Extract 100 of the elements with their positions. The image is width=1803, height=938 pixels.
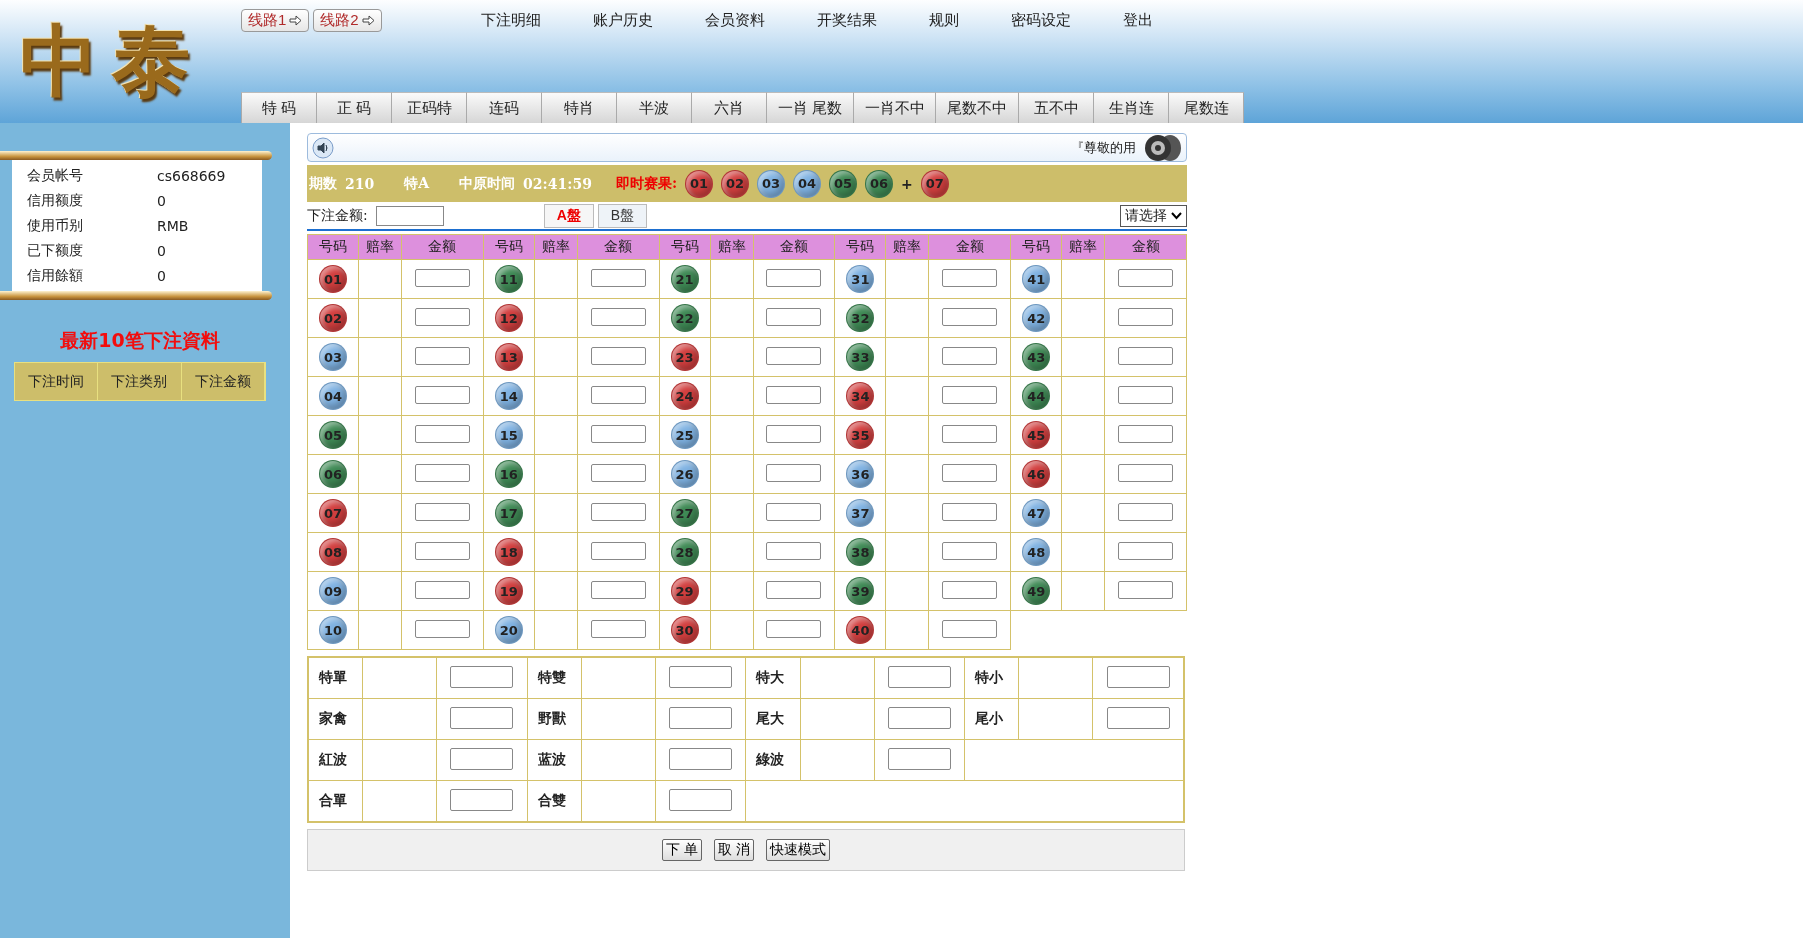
action-button[interactable]: 下 单 — [661, 839, 702, 861]
amount-field[interactable] — [942, 307, 998, 326]
number-ball: 01 — [319, 265, 347, 293]
amount-field[interactable] — [766, 424, 822, 443]
game-tab[interactable]: 一肖 尾数 — [767, 92, 854, 123]
amount-field[interactable] — [766, 307, 822, 326]
amount-field[interactable] — [1118, 541, 1174, 560]
amount-field[interactable] — [1118, 346, 1174, 365]
amount-field[interactable] — [766, 346, 822, 365]
game-tab[interactable]: 尾数连 — [1169, 92, 1244, 123]
number-ball: 20 — [494, 616, 523, 644]
amount-field[interactable] — [669, 706, 733, 729]
amount-field[interactable] — [414, 502, 470, 521]
amount-field[interactable] — [414, 580, 470, 599]
amount-field[interactable] — [1118, 268, 1174, 287]
amount-field[interactable] — [942, 619, 998, 638]
amount-field[interactable] — [766, 502, 822, 521]
amount-field[interactable] — [590, 463, 646, 482]
number-ball: 43 — [1022, 343, 1051, 371]
amount-field[interactable] — [1118, 502, 1174, 521]
game-tab[interactable]: 正 码 — [317, 92, 392, 123]
amount-field[interactable] — [450, 788, 514, 811]
amount-field[interactable] — [590, 541, 646, 560]
amount-field[interactable] — [1118, 385, 1174, 404]
amount-field[interactable] — [414, 268, 470, 287]
nav-link[interactable]: 开奖结果 — [816, 11, 877, 30]
route-button[interactable]: 线路2 — [313, 9, 382, 32]
amount-field[interactable] — [1106, 665, 1170, 688]
nav-link[interactable]: 登出 — [1122, 11, 1153, 30]
game-tab[interactable]: 半波 — [617, 92, 692, 123]
amount-field[interactable] — [590, 502, 646, 521]
select-dropdown[interactable]: 请选择 — [1120, 204, 1187, 227]
amount-field[interactable] — [887, 665, 951, 688]
game-tab[interactable]: 尾数不中 — [936, 92, 1019, 123]
panel-tab[interactable]: A盤 — [543, 203, 594, 228]
amount-field[interactable] — [669, 788, 733, 811]
panel-tab[interactable]: B盤 — [597, 203, 648, 228]
game-tab[interactable]: 五不中 — [1019, 92, 1094, 123]
amount-field[interactable] — [1118, 463, 1174, 482]
amount-field[interactable] — [450, 706, 514, 729]
nav-link[interactable]: 会员资料 — [704, 11, 765, 30]
game-tab[interactable]: 连码 — [467, 92, 542, 123]
amount-field[interactable] — [766, 268, 822, 287]
amount-field[interactable] — [414, 346, 470, 365]
action-button[interactable]: 快速模式 — [766, 839, 831, 861]
amount-field[interactable] — [887, 706, 951, 729]
amount-field[interactable] — [414, 463, 470, 482]
number-ball: 02 — [319, 304, 347, 332]
amount-field[interactable] — [590, 619, 646, 638]
amount-field[interactable] — [590, 307, 646, 326]
amount-field[interactable] — [766, 619, 822, 638]
amount-field[interactable] — [669, 665, 733, 688]
amount-field[interactable] — [942, 346, 998, 365]
route-button[interactable]: 线路1 — [241, 9, 310, 32]
amount-field[interactable] — [887, 747, 951, 770]
amount-field[interactable] — [590, 385, 646, 404]
amount-field[interactable] — [1118, 307, 1174, 326]
amount-field[interactable] — [450, 747, 514, 770]
game-tab[interactable]: 特 码 — [241, 92, 317, 123]
game-tab[interactable]: 生肖连 — [1094, 92, 1169, 123]
amount-field[interactable] — [414, 424, 470, 443]
action-button[interactable]: 取 消 — [714, 839, 755, 861]
amount-field[interactable] — [590, 346, 646, 365]
nav-link[interactable]: 下注明细 — [480, 11, 541, 30]
amount-field[interactable] — [590, 424, 646, 443]
amount-field[interactable] — [414, 385, 470, 404]
amount-field[interactable] — [766, 385, 822, 404]
amount-field[interactable] — [942, 580, 998, 599]
amount-field[interactable] — [414, 307, 470, 326]
amount-field[interactable] — [375, 205, 444, 226]
amount-field[interactable] — [766, 541, 822, 560]
game-tab[interactable]: 特肖 — [542, 92, 617, 123]
amount-field[interactable] — [1106, 706, 1170, 729]
nav-link[interactable]: 密码设定 — [1010, 11, 1071, 30]
amount-field[interactable] — [942, 268, 998, 287]
amount-field[interactable] — [414, 619, 470, 638]
amount-field[interactable] — [766, 463, 822, 482]
bet-label: 野獸 — [527, 698, 582, 740]
nav-link[interactable]: 账户历史 — [592, 11, 653, 30]
amount-field[interactable] — [942, 463, 998, 482]
nav-link[interactable]: 规则 — [928, 11, 959, 30]
amount-field[interactable] — [942, 541, 998, 560]
amount-field[interactable] — [942, 502, 998, 521]
sound-icon[interactable] — [312, 136, 334, 159]
game-tab[interactable]: 六肖 — [692, 92, 767, 123]
amount-field[interactable] — [942, 385, 998, 404]
amount-field[interactable] — [942, 424, 998, 443]
amount-field[interactable] — [669, 747, 733, 770]
amount-field[interactable] — [590, 268, 646, 287]
amount-field[interactable] — [590, 580, 646, 599]
bet-label: 特大 — [745, 657, 801, 699]
amount-field[interactable] — [1118, 424, 1174, 443]
bet-label: 特單 — [308, 657, 363, 699]
account-label: 信用餘額 — [26, 266, 84, 285]
amount-field[interactable] — [1118, 580, 1174, 599]
game-tab[interactable]: 正码特 — [392, 92, 467, 123]
amount-field[interactable] — [450, 665, 514, 688]
game-tab[interactable]: 一肖不中 — [853, 92, 937, 123]
amount-field[interactable] — [414, 541, 470, 560]
amount-field[interactable] — [766, 580, 822, 599]
